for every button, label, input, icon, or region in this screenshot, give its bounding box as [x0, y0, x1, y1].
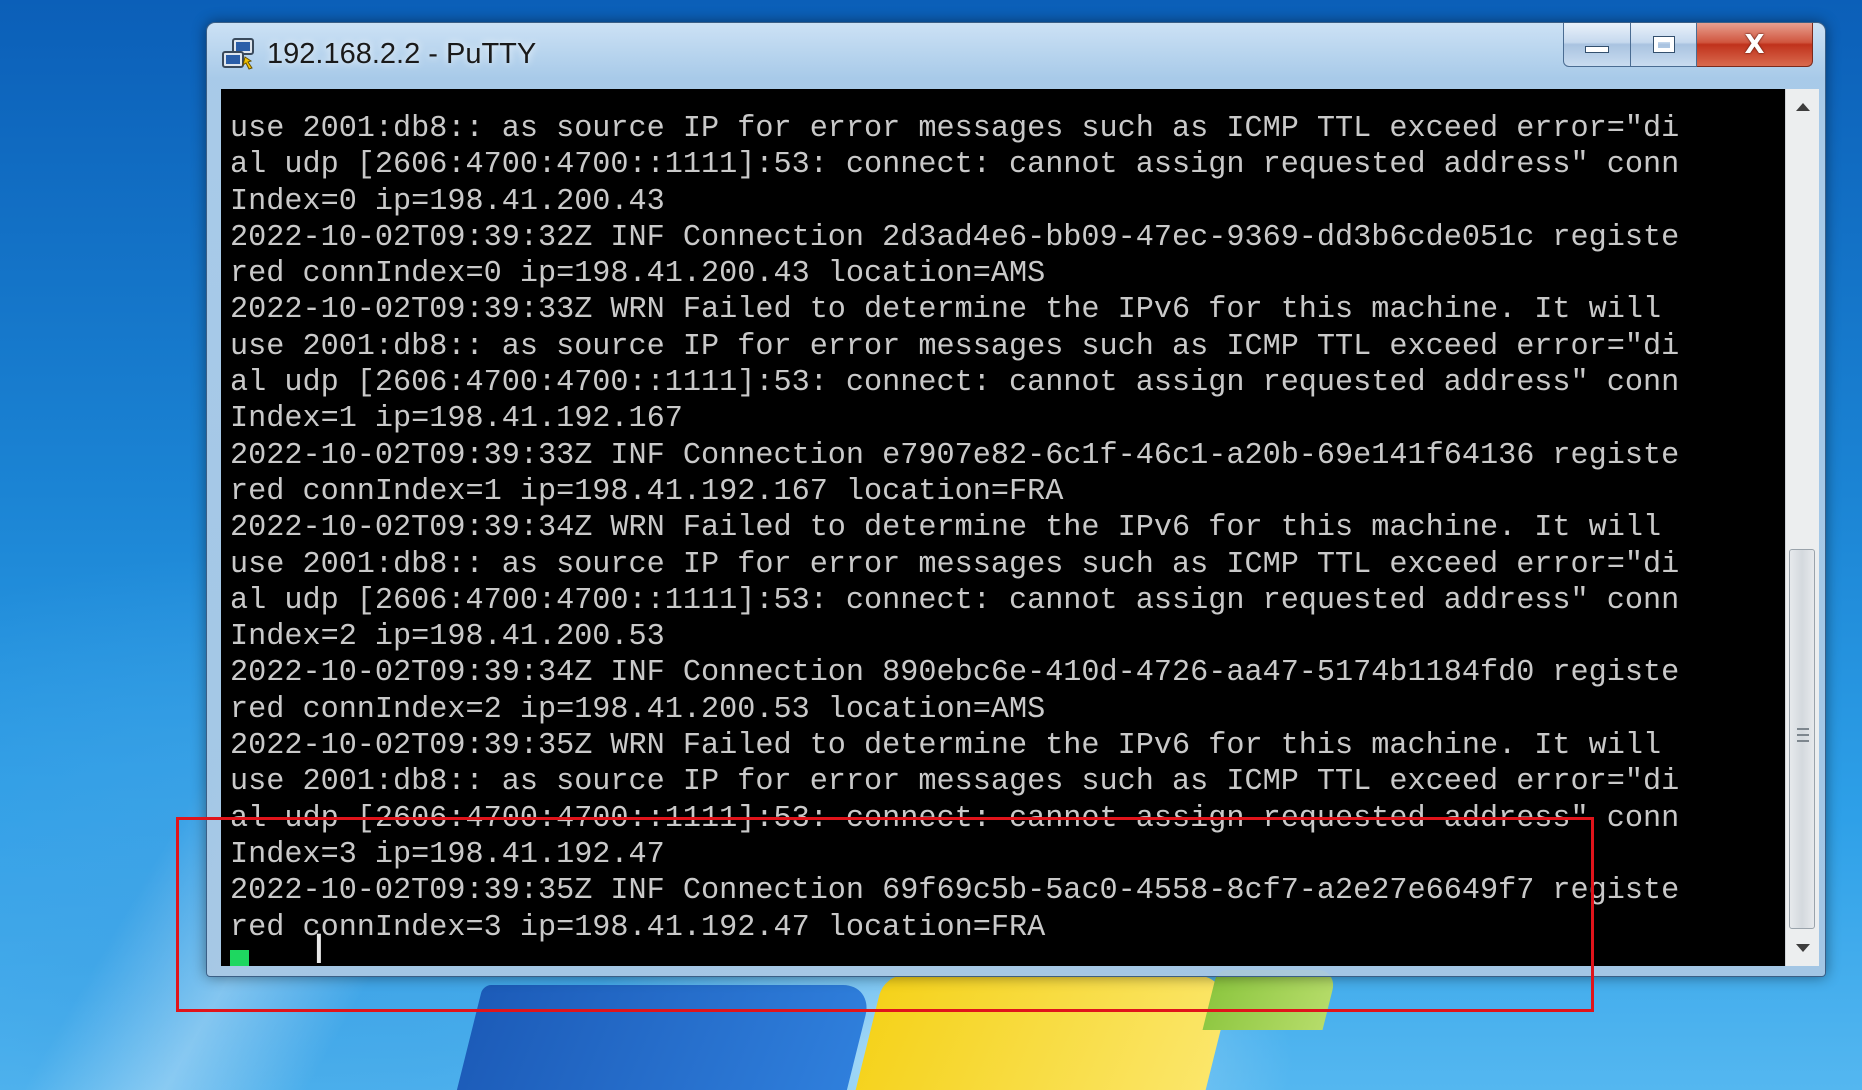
- scroll-down-button[interactable]: [1786, 930, 1820, 966]
- terminal-line: 2022-10-02T09:39:35Z WRN Failed to deter…: [230, 729, 1662, 764]
- terminal-line: Index=0 ip=198.41.200.43: [230, 184, 665, 219]
- terminal-line: use 2001:db8:: as source IP for error me…: [230, 765, 1680, 800]
- terminal-line: 2022-10-02T09:39:34Z WRN Failed to deter…: [230, 511, 1662, 546]
- terminal-line: red connIndex=0 ip=198.41.200.43 locatio…: [230, 257, 1046, 292]
- scrollbar-thumb[interactable]: [1789, 549, 1815, 929]
- close-icon: X: [1744, 29, 1765, 60]
- scrollbar-grip-icon: [1797, 728, 1809, 742]
- terminal-line: use 2001:db8:: as source IP for error me…: [230, 547, 1680, 582]
- terminal-line: Index=2 ip=198.41.200.53: [230, 620, 665, 655]
- terminal-line: al udp [2606:4700:4700::1111]:53: connec…: [230, 148, 1680, 183]
- maximize-icon: [1652, 36, 1675, 53]
- window-title: 192.168.2.2 - PuTTY: [267, 38, 537, 70]
- putty-icon[interactable]: [221, 37, 257, 71]
- scroll-down-arrow-icon: [1796, 944, 1810, 952]
- minimize-icon: [1585, 46, 1609, 53]
- terminal-line: red connIndex=1 ip=198.41.192.167 locati…: [230, 474, 1064, 509]
- terminal-line: use 2001:db8:: as source IP for error me…: [230, 112, 1680, 146]
- title-bar[interactable]: 192.168.2.2 - PuTTY X: [207, 23, 1825, 85]
- terminal-line: red connIndex=2 ip=198.41.200.53 locatio…: [230, 692, 1046, 727]
- terminal-line: 2022-10-02T09:39:33Z INF Connection e790…: [230, 438, 1680, 473]
- vertical-scrollbar[interactable]: [1785, 89, 1819, 966]
- highlight-annotation-box: [176, 817, 1594, 1012]
- minimize-button[interactable]: [1563, 23, 1631, 67]
- scroll-up-button[interactable]: [1786, 89, 1820, 125]
- scroll-up-arrow-icon: [1796, 103, 1810, 111]
- terminal-line: al udp [2606:4700:4700::1111]:53: connec…: [230, 583, 1680, 618]
- close-button[interactable]: X: [1697, 23, 1813, 67]
- terminal-line: 2022-10-02T09:39:33Z WRN Failed to deter…: [230, 293, 1662, 328]
- maximize-button[interactable]: [1631, 23, 1697, 67]
- terminal-line: 2022-10-02T09:39:32Z INF Connection 2d3a…: [230, 220, 1680, 255]
- terminal-line: 2022-10-02T09:39:34Z INF Connection 890e…: [230, 656, 1680, 691]
- terminal-line: Index=1 ip=198.41.192.167: [230, 402, 683, 437]
- caption-buttons: X: [1563, 23, 1813, 69]
- terminal-line: use 2001:db8:: as source IP for error me…: [230, 329, 1680, 364]
- terminal-line: al udp [2606:4700:4700::1111]:53: connec…: [230, 366, 1680, 401]
